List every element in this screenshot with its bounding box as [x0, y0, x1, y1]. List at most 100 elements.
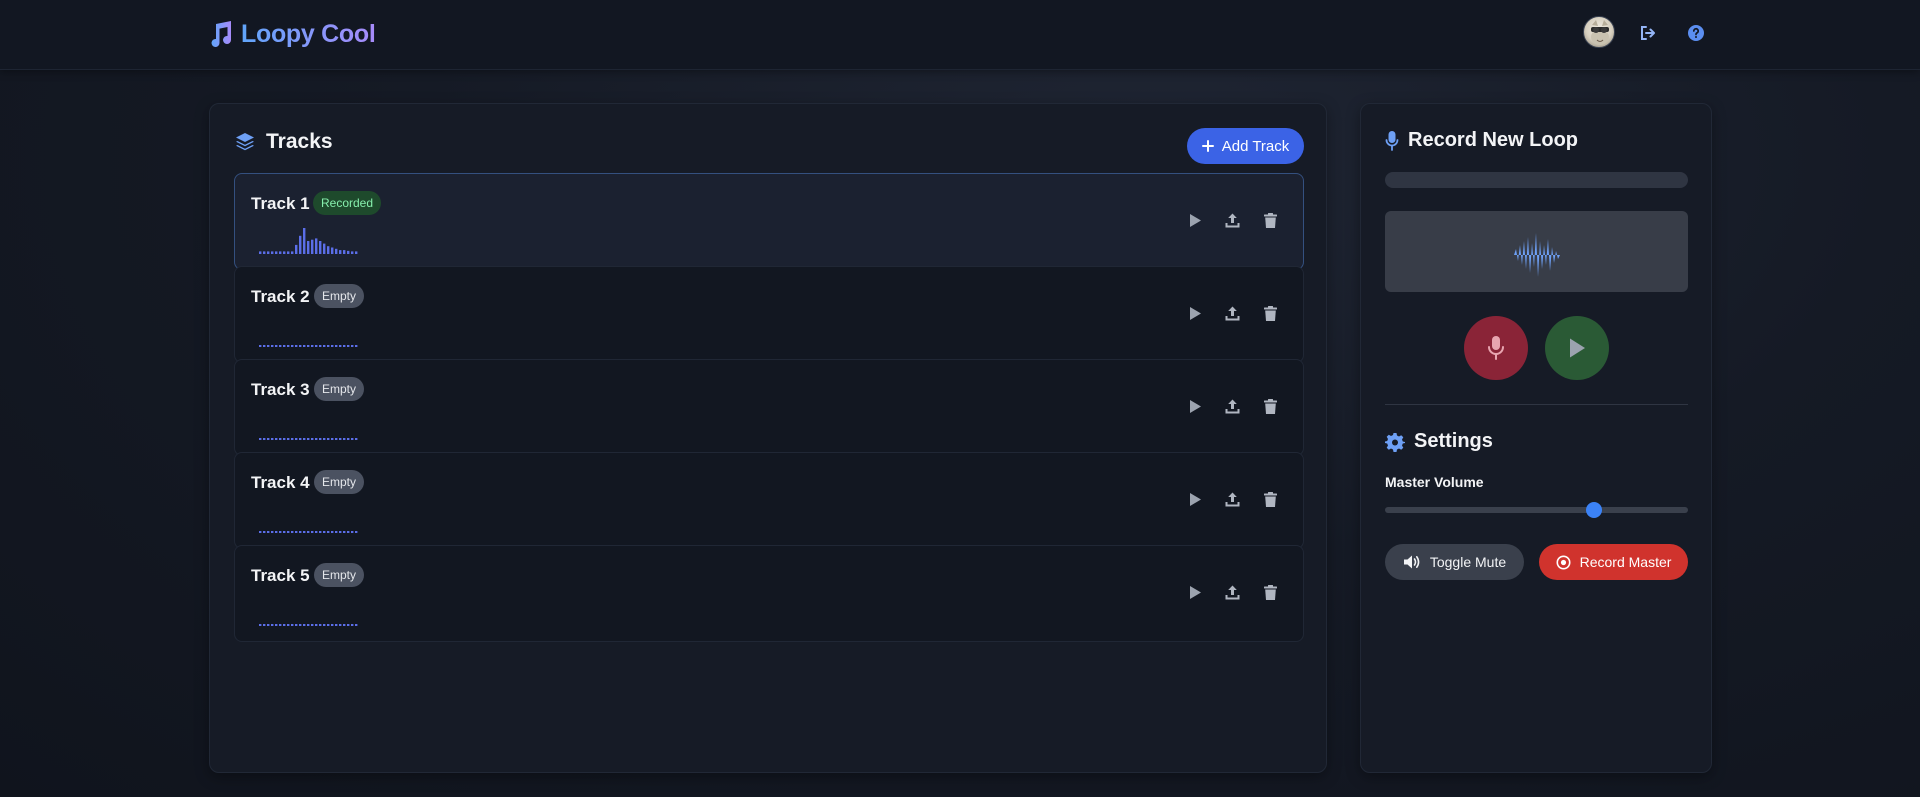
- top-bar: Loopy Cool: [0, 0, 1920, 70]
- play-icon: [1570, 338, 1585, 358]
- play-icon[interactable]: [1186, 584, 1203, 601]
- waveform-bar: [347, 345, 350, 347]
- track-card[interactable]: Track 1 Recorded: [234, 173, 1304, 270]
- play-loop-button[interactable]: [1545, 316, 1609, 380]
- avatar[interactable]: [1583, 16, 1615, 48]
- play-icon[interactable]: [1186, 212, 1203, 229]
- track-actions: [1186, 398, 1279, 415]
- waveform-bar: [279, 251, 282, 254]
- trash-icon[interactable]: [1262, 398, 1279, 415]
- waveform-bar: [275, 251, 278, 254]
- waveform-bar: [343, 345, 346, 347]
- waveform-bar: [283, 251, 286, 254]
- waveform-bar: [327, 531, 330, 533]
- track-card[interactable]: Track 5 Empty: [234, 545, 1304, 642]
- upload-icon[interactable]: [1224, 398, 1241, 415]
- waveform-bar: [263, 624, 266, 626]
- waveform-bar: [315, 624, 318, 626]
- record-mic-button[interactable]: [1464, 316, 1528, 380]
- waveform-bar: [279, 438, 282, 440]
- waveform-bar: [295, 244, 298, 254]
- brand-name: Loopy Cool: [241, 19, 376, 48]
- waveform-bar: [279, 624, 282, 626]
- waveform-bar: [343, 250, 346, 254]
- waveform-bar: [295, 438, 298, 440]
- waveform-bar: [259, 438, 262, 440]
- track-name: Track 3: [251, 380, 310, 399]
- waveform-bar: [259, 345, 262, 347]
- waveform-bar: [295, 345, 298, 347]
- track-card[interactable]: Track 2 Empty: [234, 266, 1304, 363]
- waveform-bar: [267, 345, 270, 347]
- waveform-bar: [335, 345, 338, 347]
- track-card[interactable]: Track 4 Empty: [234, 452, 1304, 549]
- layers-icon: [236, 133, 254, 151]
- upload-icon[interactable]: [1224, 212, 1241, 229]
- waveform-bar: [355, 345, 358, 347]
- play-icon[interactable]: [1186, 305, 1203, 322]
- waveform-bar: [283, 345, 286, 347]
- waveform-bar: [319, 624, 322, 626]
- toggle-mute-label: Toggle Mute: [1429, 554, 1507, 570]
- waveform-bar: [271, 251, 274, 254]
- add-track-button[interactable]: Add Track: [1187, 128, 1304, 164]
- tracks-title: Tracks: [266, 130, 333, 153]
- waveform-bar: [287, 438, 290, 440]
- trash-icon[interactable]: [1262, 212, 1279, 229]
- waveform-bar: [303, 624, 306, 626]
- settings-title: Settings: [1414, 430, 1493, 452]
- logout-icon[interactable]: [1639, 24, 1657, 42]
- master-volume-slider[interactable]: [1385, 502, 1688, 518]
- track-card[interactable]: Track 3 Empty: [234, 359, 1304, 456]
- waveform-bar: [291, 531, 294, 533]
- waveform-bar: [351, 531, 354, 533]
- track-waveform: [259, 624, 358, 626]
- track-name: Track 5: [251, 566, 310, 585]
- trash-icon[interactable]: [1262, 491, 1279, 508]
- waveform-bar: [347, 250, 350, 254]
- divider: [1385, 404, 1688, 405]
- waveform-bar: [351, 345, 354, 347]
- upload-icon[interactable]: [1224, 305, 1241, 322]
- waveform-bar: [275, 345, 278, 347]
- waveform-bar: [271, 438, 274, 440]
- waveform-bar: [323, 243, 326, 254]
- status-badge: Empty: [314, 284, 365, 308]
- upload-icon[interactable]: [1224, 491, 1241, 508]
- waveform-bar: [323, 531, 326, 533]
- trash-icon[interactable]: [1262, 305, 1279, 322]
- waveform-visualizer: [1385, 211, 1688, 292]
- record-title: Record New Loop: [1408, 129, 1579, 151]
- waveform-bar: [315, 238, 318, 254]
- trash-icon[interactable]: [1262, 584, 1279, 601]
- track-actions: [1186, 305, 1279, 322]
- waveform-bar: [319, 345, 322, 347]
- upload-icon[interactable]: [1224, 584, 1241, 601]
- waveform-bar: [343, 624, 346, 626]
- play-icon[interactable]: [1186, 491, 1203, 508]
- waveform-icon: [1510, 233, 1562, 277]
- help-icon[interactable]: [1687, 24, 1705, 42]
- waveform-bar: [335, 624, 338, 626]
- slider-thumb[interactable]: [1586, 502, 1603, 518]
- waveform-bar: [263, 251, 266, 254]
- track-actions: [1186, 491, 1279, 508]
- toggle-mute-button[interactable]: Toggle Mute: [1385, 544, 1524, 580]
- record-master-button[interactable]: Record Master: [1539, 544, 1688, 580]
- waveform-bar: [355, 438, 358, 440]
- play-icon[interactable]: [1186, 398, 1203, 415]
- waveform-bar: [327, 624, 330, 626]
- waveform-bar: [339, 531, 342, 533]
- waveform-bar: [351, 251, 354, 254]
- brand[interactable]: Loopy Cool: [207, 18, 376, 50]
- status-badge: Empty: [314, 377, 365, 401]
- waveform-bar: [355, 624, 358, 626]
- volume-icon: [1403, 555, 1420, 569]
- waveform-bar: [355, 251, 358, 254]
- track-waveform: [259, 438, 358, 440]
- waveform-bar: [311, 624, 314, 626]
- waveform-bar: [355, 531, 358, 533]
- waveform-bar: [323, 624, 326, 626]
- waveform-bar: [295, 624, 298, 626]
- waveform-bar: [323, 438, 326, 440]
